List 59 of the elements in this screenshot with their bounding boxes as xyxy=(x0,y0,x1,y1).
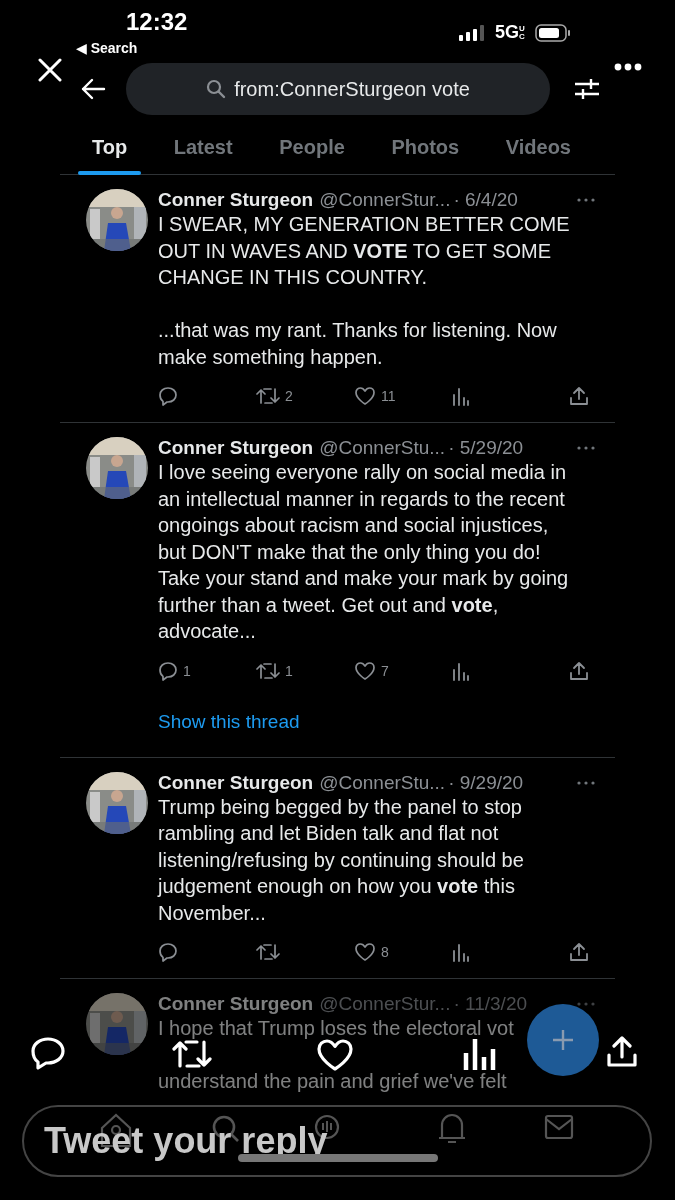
signal-icon xyxy=(459,24,485,41)
like-count: 7 xyxy=(381,662,389,679)
like-count: 11 xyxy=(381,388,396,404)
heart-icon[interactable] xyxy=(354,942,376,962)
more-options-icon[interactable] xyxy=(577,446,595,450)
retweet-count: 2 xyxy=(285,388,293,404)
author-name[interactable]: Conner Sturgeon xyxy=(158,993,314,1015)
tweet-text: I love seeing everyone rally on social media in an intellectual manner in regards to the recent ongoings about racism and social injustices, but DON'T make that the only thing you do! Take your stand and make your mark by going further than a tweet. Get out and vote, advocate... xyxy=(158,460,570,644)
tweet-date: · 5/29/20 xyxy=(448,437,524,459)
search-tab[interactable]: People xyxy=(265,130,359,174)
bar-chart-icon[interactable] xyxy=(463,1036,497,1072)
tweet-date: · 11/3/20 xyxy=(453,993,527,1015)
retweet-icon[interactable] xyxy=(256,386,280,406)
more-icon xyxy=(614,63,642,71)
search-field[interactable]: from:ConnerSturgeon vote xyxy=(126,63,550,115)
author-handle: @ConnerStu... xyxy=(319,771,446,794)
reply-count: 1 xyxy=(183,662,191,679)
tweet-date: · 9/29/20 xyxy=(448,771,524,794)
search-tab[interactable]: Latest xyxy=(159,130,247,174)
reply-icon[interactable] xyxy=(158,386,178,406)
plus-icon xyxy=(552,1029,574,1051)
share-icon[interactable] xyxy=(569,386,589,406)
tweet-text: I hope that Trump loses the electoral vot xyxy=(158,1016,515,1041)
heart-icon[interactable] xyxy=(354,386,376,406)
author-name[interactable]: Conner Sturgeon xyxy=(158,771,314,794)
search-tab[interactable]: Videos xyxy=(491,130,585,174)
back-to-search-link[interactable]: ◀ Search xyxy=(76,40,138,56)
close-icon xyxy=(38,58,62,82)
network-suffix: UC xyxy=(519,24,526,41)
tweet-text: Trump being begged by the panel to stop rambling and let Biden talk and flat not listening/refusing by continuing should be judgement enough on how you vote this November... xyxy=(158,794,525,926)
more-options-icon[interactable] xyxy=(577,198,595,202)
tweet-date: · 6/4/20 xyxy=(453,189,518,211)
reply-icon[interactable] xyxy=(158,660,178,681)
retweet-icon[interactable] xyxy=(172,1038,212,1070)
back-arrow-icon[interactable] xyxy=(80,78,106,100)
heart-icon[interactable] xyxy=(354,660,376,681)
search-icon xyxy=(206,79,227,99)
author-handle: @ConnerStur... xyxy=(319,993,451,1015)
retweet-icon[interactable] xyxy=(256,660,280,681)
network-label: 5G xyxy=(495,22,519,43)
retweet-icon[interactable] xyxy=(256,942,280,962)
author-name[interactable]: Conner Sturgeon xyxy=(158,437,314,459)
more-options-icon[interactable] xyxy=(577,780,595,785)
show-thread-link[interactable]: Show this thread xyxy=(158,710,300,733)
search-tab[interactable]: Photos xyxy=(377,130,474,174)
filter-sliders-icon[interactable] xyxy=(574,76,600,102)
status-time: 12:32 xyxy=(126,8,188,36)
reply-icon[interactable] xyxy=(158,942,178,962)
author-handle: @ConnerStur... xyxy=(319,189,451,211)
battery-icon xyxy=(535,23,571,42)
tweet-text: understand the pain and grief we've felt xyxy=(158,1068,508,1094)
like-count: 8 xyxy=(381,944,389,960)
search-tab[interactable]: Top xyxy=(78,130,142,174)
share-icon[interactable] xyxy=(569,660,589,681)
tweet-text: I SWEAR, MY GENERATION BETTER COME OUT IN WAVES AND VOTE TO GET SOME CHANGE IN THIS COUNTRY. ...that was my rant. Thanks for listening. Now make something happen. xyxy=(158,212,570,370)
author-handle: @ConnerStu... xyxy=(319,437,446,459)
share-icon[interactable] xyxy=(569,942,589,962)
retweet-count: 1 xyxy=(285,662,293,679)
author-name[interactable]: Conner Sturgeon xyxy=(158,189,314,211)
